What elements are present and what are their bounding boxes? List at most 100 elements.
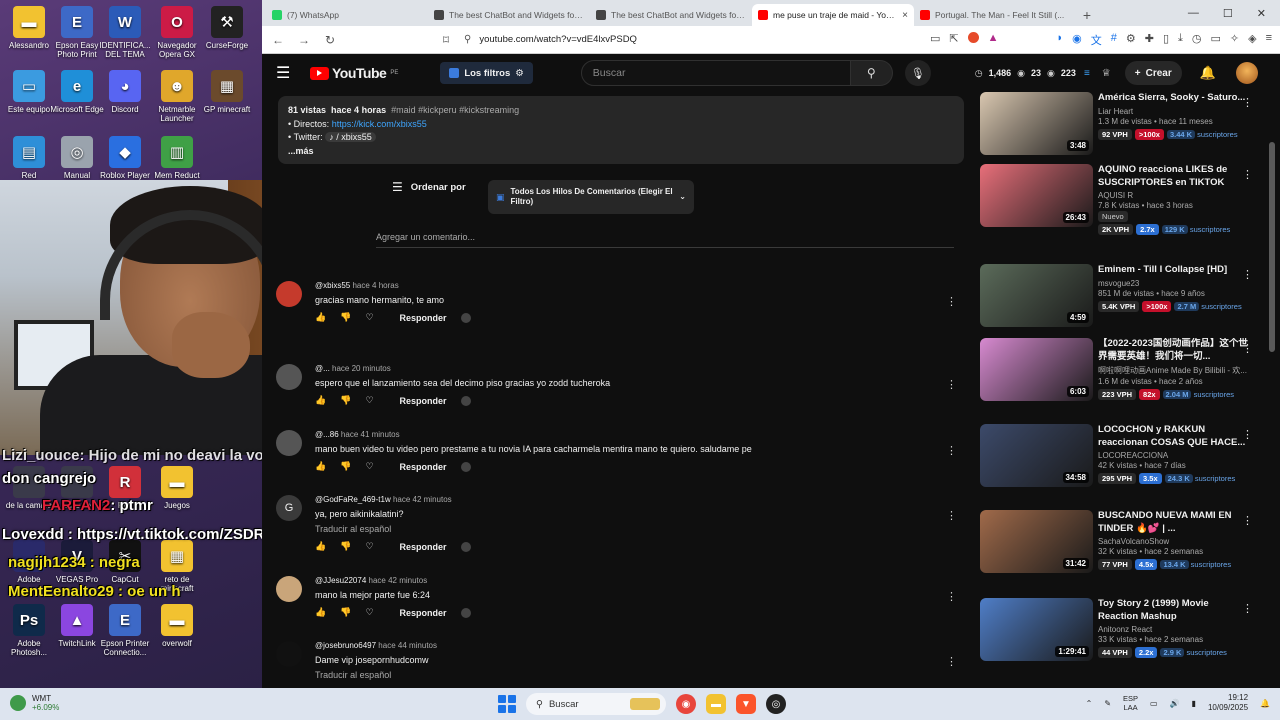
video-thumbnail[interactable]: 34:58 — [980, 424, 1093, 487]
translate-link[interactable]: Traducir al español — [315, 524, 945, 534]
desktop-icon[interactable]: ▬ overwolf — [148, 604, 206, 648]
reply-button[interactable]: Responder — [400, 462, 447, 472]
video-channel[interactable]: Anitoonz React — [1098, 625, 1250, 634]
comment-time[interactable]: hace 44 minutos — [378, 641, 437, 650]
heart-icon[interactable]: ♡ — [365, 607, 373, 618]
dislike-icon[interactable]: 👎 — [340, 541, 351, 552]
video-more-icon[interactable]: ⋮ — [1242, 96, 1253, 109]
add-comment-input[interactable]: Agregar un comentario... — [376, 232, 954, 248]
comment-author[interactable]: @josebruno6497 — [315, 641, 376, 650]
comment-more-icon[interactable]: ⋮ — [946, 509, 957, 522]
desktop-icon[interactable]: ◕ Discord — [96, 70, 154, 114]
reply-button[interactable]: Responder — [400, 608, 447, 618]
language-indicator[interactable]: ESP LAA — [1123, 694, 1138, 712]
reply-button[interactable]: Responder — [400, 313, 447, 323]
comment-author[interactable]: @...86 — [315, 430, 339, 439]
minimize-icon[interactable]: — — [1188, 7, 1199, 20]
like-icon[interactable]: 👍 — [315, 395, 326, 406]
heart-icon[interactable]: ♡ — [365, 541, 373, 552]
filters-button[interactable]: Los filtros ⚙ — [440, 62, 533, 84]
extension-audio-icon[interactable]: ◗ — [1056, 32, 1063, 48]
desktop-icon[interactable]: ▥ Mem Reduct — [148, 136, 206, 180]
youtube-logo[interactable]: YouTube PE — [310, 65, 398, 81]
related-video[interactable]: 34:58 LOCOCHON y RAKKUN reaccionan COSAS … — [980, 424, 1272, 504]
screen-cast-icon[interactable]: ▭ — [930, 32, 940, 48]
desktop-icon[interactable]: W IDENTIFICA... DEL TEMA — [96, 6, 154, 59]
reply-button[interactable]: Responder — [400, 396, 447, 406]
notifications-bell-icon[interactable]: 🔔 — [1200, 65, 1216, 81]
video-more-icon[interactable]: ⋮ — [1242, 168, 1253, 181]
page-scrollbar[interactable] — [1268, 92, 1276, 688]
comment-avatar[interactable] — [276, 430, 302, 456]
comment-time[interactable]: hace 4 horas — [352, 281, 398, 290]
close-window-icon[interactable]: ✕ — [1257, 7, 1266, 20]
back-icon[interactable]: ← — [270, 33, 286, 47]
sort-comments-button[interactable]: ☰ Ordenar por — [392, 180, 466, 194]
wallet-icon[interactable]: ▭ — [1210, 32, 1220, 48]
like-icon[interactable]: 👍 — [315, 461, 326, 472]
site-info-icon[interactable]: ⚲ — [464, 34, 471, 45]
video-thumbnail[interactable]: 31:42 — [980, 510, 1093, 573]
trophy-icon[interactable]: ♕ — [1102, 68, 1111, 79]
video-more-icon[interactable]: ⋮ — [1242, 514, 1253, 527]
voice-search-button[interactable]: 🎙 — [904, 60, 931, 86]
browser-tab[interactable]: The best ChatBot and Widgets for Ki... — [590, 4, 752, 26]
show-more[interactable]: ...más — [288, 146, 314, 156]
obs-icon[interactable]: ◎ — [766, 694, 786, 714]
battery-icon[interactable]: ▮ — [1192, 699, 1196, 708]
comment-author[interactable]: @xbixs55 — [315, 281, 350, 290]
forward-icon[interactable]: → — [296, 33, 312, 47]
video-title[interactable]: 【2022-2023国创动画作品】这个世界需要英雄！我们将一切... — [1098, 338, 1250, 363]
account-avatar[interactable] — [1235, 62, 1258, 84]
browser-tab[interactable]: (7) WhatsApp — [266, 4, 428, 26]
widget-stock[interactable]: WMT +6.09% — [10, 694, 59, 712]
scrollbar-thumb[interactable] — [1269, 142, 1275, 352]
comment-more-icon[interactable]: ⋮ — [946, 444, 957, 457]
desktop-icon[interactable]: ◆ Roblox Player — [96, 136, 154, 180]
video-title[interactable]: Eminem - Till I Collapse [HD] — [1098, 264, 1250, 277]
comment-author[interactable]: @GodFaRe_469-t1w — [315, 495, 391, 504]
comment-time[interactable]: hace 42 minutos — [393, 495, 452, 504]
create-button[interactable]: + Crear — [1124, 61, 1182, 85]
comment-avatar[interactable] — [276, 641, 302, 667]
video-title[interactable]: BUSCANDO NUEVA MAMI EN TINDER 🔥💕 | ... — [1098, 510, 1250, 535]
reply-button[interactable]: Responder — [400, 542, 447, 552]
desktop-icon[interactable]: ⚒ CurseForge — [198, 6, 256, 50]
comment-time[interactable]: hace 42 minutos — [369, 576, 428, 585]
kick-link[interactable]: https://kick.com/xbixs55 — [332, 119, 427, 129]
video-more-icon[interactable]: ⋮ — [1242, 602, 1253, 615]
video-more-icon[interactable]: ⋮ — [1242, 268, 1253, 281]
video-thumbnail[interactable]: 26:43 — [980, 164, 1093, 227]
vpn-shield-icon[interactable]: ◈ — [1248, 32, 1256, 48]
extension-hashtag-icon[interactable]: # — [1111, 32, 1117, 48]
history-icon[interactable]: ◷ — [1192, 32, 1202, 48]
maximize-icon[interactable]: ☐ — [1223, 7, 1233, 20]
bookmark-icon[interactable]: ⌑ — [438, 33, 454, 47]
volume-icon[interactable]: 🔊 — [1170, 699, 1180, 708]
thread-filter-select[interactable]: ▣ Todos Los Hilos De Comentarios (Elegir… — [488, 180, 694, 214]
pen-icon[interactable]: ✎ — [1104, 699, 1111, 708]
extension-translate-icon[interactable]: 文 — [1091, 32, 1102, 48]
file-explorer-icon[interactable]: ▬ — [706, 694, 726, 714]
video-title[interactable]: Toy Story 2 (1999) Movie Reaction Mashup — [1098, 598, 1250, 623]
like-icon[interactable]: 👍 — [315, 312, 326, 323]
comment-more-icon[interactable]: ⋮ — [946, 590, 957, 603]
video-channel[interactable]: AQUISI R — [1098, 191, 1250, 200]
list-icon[interactable]: ≡ — [1084, 68, 1090, 79]
download-icon[interactable]: ⤓ — [1178, 32, 1183, 48]
notifications-icon[interactable]: 🔔 — [1260, 699, 1270, 708]
comment-more-icon[interactable]: ⋮ — [946, 655, 957, 668]
menu-hamburger-icon[interactable]: ☰ — [276, 63, 296, 83]
dislike-icon[interactable]: 👎 — [340, 312, 351, 323]
menu-icon[interactable]: ≡ — [1266, 32, 1272, 48]
dislike-icon[interactable]: 👎 — [340, 607, 351, 618]
brave-shield-icon[interactable] — [967, 31, 979, 48]
comment-avatar[interactable] — [276, 281, 302, 307]
related-video[interactable]: 3:48 América Sierra, Sooky - Saturo... Lia… — [980, 92, 1272, 172]
video-title[interactable]: América Sierra, Sooky - Saturo... — [1098, 92, 1250, 105]
search-input[interactable]: Buscar — [580, 60, 851, 86]
hashtags[interactable]: #maid #kickperu #kickstreaming — [391, 105, 519, 115]
desktop-icon[interactable]: ▬ Juegos — [148, 466, 206, 510]
video-description[interactable]: 81 vistas hace 4 horas #maid #kickperu #… — [278, 96, 964, 164]
extension-gear-icon[interactable]: ⚙ — [1126, 32, 1136, 48]
